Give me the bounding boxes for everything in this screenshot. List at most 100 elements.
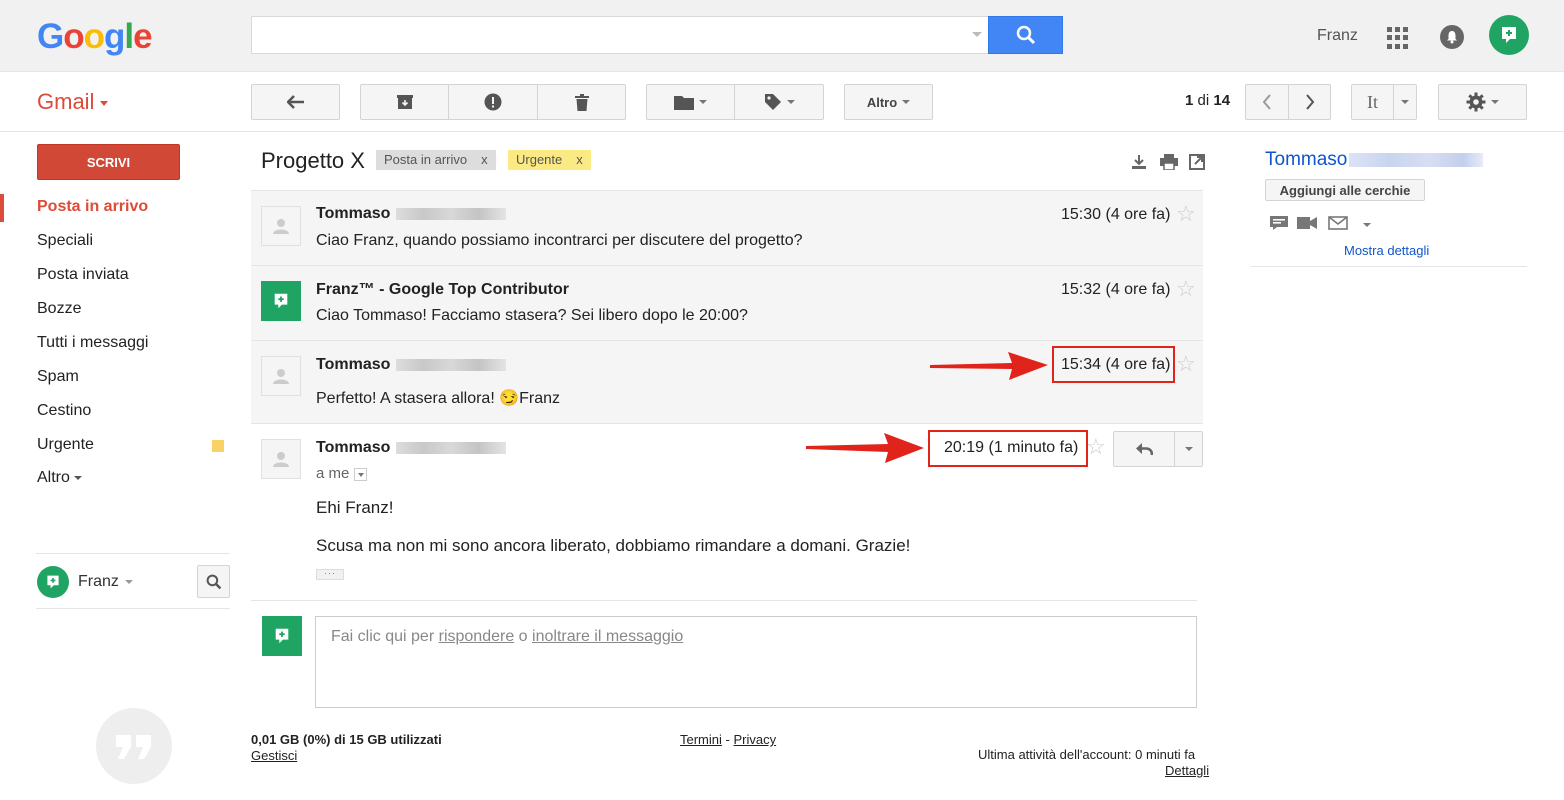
expand-all-icon[interactable] (1131, 154, 1147, 170)
report-spam-button[interactable] (448, 84, 538, 120)
terms-link[interactable]: Termini (680, 732, 722, 747)
sidebar-item-starred[interactable]: Speciali (37, 232, 93, 250)
more-actions-button[interactable]: Altro (844, 84, 933, 120)
delete-button[interactable] (537, 84, 626, 120)
star-icon[interactable]: ☆ (1176, 353, 1196, 375)
recipient-details[interactable]: a me (316, 465, 368, 482)
search-button[interactable] (988, 16, 1063, 54)
sidebar-item-more[interactable]: Altro (37, 469, 82, 487)
compose-button[interactable]: SCRIVI (37, 144, 180, 180)
chevron-left-icon (1262, 94, 1271, 110)
search-options-caret-icon[interactable] (972, 32, 982, 37)
report-spam-icon (484, 93, 502, 111)
chevron-down-icon (699, 100, 707, 104)
activity-details-text: Dettagli (1165, 763, 1210, 778)
avatar (261, 439, 301, 479)
reply-link[interactable]: rispondere (439, 628, 515, 645)
star-icon[interactable]: ☆ (1176, 278, 1196, 300)
storage-usage: 0,01 GB (0%) di 15 GB utilizzati (251, 732, 442, 747)
back-button[interactable] (251, 84, 340, 120)
annotation-highlight-box (1052, 346, 1175, 383)
video-call-icon[interactable] (1297, 216, 1317, 230)
older-button[interactable] (1288, 84, 1331, 120)
active-nav-indicator (0, 194, 4, 222)
settings-gear-icon (1466, 92, 1486, 112)
star-icon[interactable]: ☆ (1176, 203, 1196, 225)
message-snippet: Ciao Franz, quando possiamo incontrarci … (316, 232, 803, 249)
move-to-button[interactable] (646, 84, 735, 120)
move-to-folder-icon (674, 95, 694, 110)
search-input[interactable] (251, 16, 989, 54)
recipient-label: a me (316, 465, 350, 482)
add-to-circles-button[interactable]: Aggiungi alle cerchie (1265, 179, 1425, 201)
button-separator (1174, 432, 1175, 466)
gmail-menu[interactable]: Gmail (37, 89, 109, 115)
hangouts-status-menu[interactable]: Franz (78, 573, 133, 591)
chevron-down-icon (124, 579, 133, 584)
sidebar-item-inbox[interactable]: Posta in arrivo (37, 198, 148, 216)
hangouts-avatar-icon (274, 293, 288, 309)
sidebar-item-all-mail[interactable]: Tutti i messaggi (37, 334, 148, 352)
footer-separator: - (725, 732, 730, 747)
newer-button[interactable] (1245, 84, 1289, 120)
star-icon[interactable]: ☆ (1086, 436, 1106, 458)
notifications-bell-icon[interactable] (1440, 25, 1464, 49)
redacted-email (396, 207, 507, 220)
apps-grid-icon[interactable] (1387, 27, 1409, 49)
logo-letter: G (37, 17, 64, 56)
message-sender: Tommaso (316, 356, 507, 374)
more-reply-options-icon[interactable] (1185, 447, 1193, 451)
sidebar-item-sent[interactable]: Posta inviata (37, 266, 129, 284)
message-time: 15:30 (4 ore fa) (1061, 206, 1171, 223)
hangouts-avatar-icon[interactable] (1489, 15, 1529, 55)
annotation-arrow-icon (806, 433, 924, 463)
more-contact-actions-icon[interactable] (1363, 223, 1371, 227)
remove-label-button[interactable]: x (576, 152, 583, 167)
settings-button[interactable] (1438, 84, 1527, 120)
google-logo[interactable]: Google (37, 17, 153, 57)
email-icon[interactable] (1328, 216, 1348, 230)
redacted-surname (1349, 152, 1484, 167)
avatar (262, 616, 302, 656)
sidebar-item-drafts[interactable]: Bozze (37, 300, 81, 318)
hangouts-user-avatar[interactable] (37, 566, 69, 598)
print-icon[interactable] (1160, 154, 1178, 170)
chevron-down-icon (1401, 100, 1409, 104)
hangouts-divider (36, 553, 230, 554)
logo-letter: e (133, 17, 152, 56)
message-collapsed[interactable]: Tommaso Ciao Franz, quando possiamo inco… (251, 190, 1203, 265)
sidebar-item-trash[interactable]: Cestino (37, 402, 91, 420)
activity-details-link[interactable]: Dettagli (1165, 763, 1209, 778)
reply-box[interactable]: Fai clic qui per rispondere o inoltrare … (315, 616, 1197, 708)
show-trimmed-content-button[interactable]: ··· (316, 569, 344, 580)
hangouts-user-name: Franz (78, 573, 119, 590)
user-name[interactable]: Franz (1317, 27, 1358, 45)
manage-storage-text: Gestisci (251, 748, 298, 763)
manage-storage-link[interactable]: Gestisci (251, 748, 297, 763)
chevron-down-icon (1491, 100, 1499, 104)
label-color-swatch[interactable] (212, 440, 224, 452)
label-chip-inbox[interactable]: Posta in arrivo x (376, 150, 496, 170)
label-chip-urgent[interactable]: Urgente x (508, 150, 591, 170)
chat-icon[interactable] (1270, 216, 1288, 230)
reply-button-group[interactable] (1113, 431, 1203, 467)
input-tools-dropdown[interactable] (1393, 84, 1417, 120)
contact-name[interactable]: Tommaso (1265, 149, 1484, 171)
avatar (261, 206, 301, 246)
redacted-email (396, 358, 507, 371)
message-collapsed[interactable]: Franz™ - Google Top Contributor Ciao Tom… (251, 265, 1203, 340)
labels-button[interactable] (734, 84, 824, 120)
sender-name: Franz™ - Google Top Contributor (316, 281, 569, 298)
input-tools-button[interactable]: It (1351, 84, 1394, 120)
privacy-link[interactable]: Privacy (734, 732, 777, 747)
hangouts-quote-icon (96, 708, 172, 784)
sidebar-item-spam[interactable]: Spam (37, 368, 79, 386)
hangouts-search-button[interactable] (197, 565, 230, 598)
archive-button[interactable] (360, 84, 449, 120)
show-details-link[interactable]: Mostra dettagli (1344, 243, 1429, 258)
chevron-down-icon (73, 475, 82, 480)
open-in-new-window-icon[interactable] (1189, 154, 1205, 170)
sidebar-item-urgent[interactable]: Urgente (37, 436, 94, 454)
remove-label-button[interactable]: x (481, 152, 488, 167)
forward-link[interactable]: inoltrare il messaggio (532, 628, 683, 645)
